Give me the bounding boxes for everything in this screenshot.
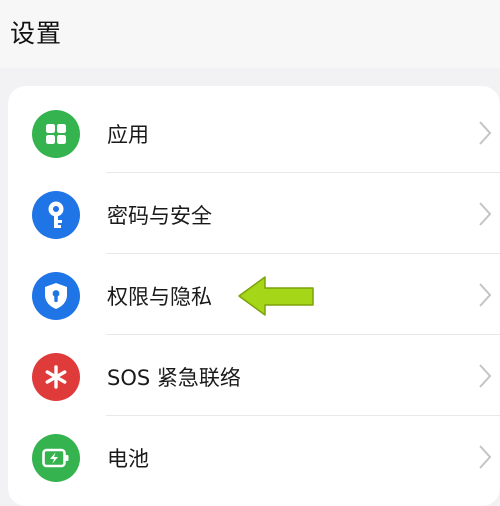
- settings-item-label: 权限与隐私: [107, 285, 212, 309]
- settings-item-battery[interactable]: 电池: [8, 416, 500, 497]
- chevron-right-icon: [479, 283, 492, 307]
- chevron-right-icon: [479, 364, 492, 388]
- settings-item-label: 密码与安全: [107, 204, 212, 228]
- shield-lock-icon: [32, 272, 80, 320]
- header: 设置: [0, 0, 500, 68]
- left-arrow-annotation: [238, 276, 314, 316]
- settings-item-label: SOS 紧急联络: [107, 366, 241, 390]
- asterisk-icon: [32, 353, 80, 401]
- settings-item-label: 电池: [107, 447, 149, 471]
- apps-grid-icon: [32, 110, 80, 158]
- settings-item-label: 应用: [107, 123, 149, 147]
- battery-icon: [32, 434, 80, 482]
- chevron-right-icon: [479, 202, 492, 226]
- settings-item-password-security[interactable]: 密码与安全: [8, 173, 500, 254]
- chevron-right-icon: [479, 445, 492, 469]
- chevron-right-icon: [479, 121, 492, 145]
- page-title: 设置: [10, 19, 63, 48]
- settings-item-apps[interactable]: 应用: [8, 92, 500, 173]
- key-icon: [32, 191, 80, 239]
- settings-item-sos[interactable]: SOS 紧急联络: [8, 335, 500, 416]
